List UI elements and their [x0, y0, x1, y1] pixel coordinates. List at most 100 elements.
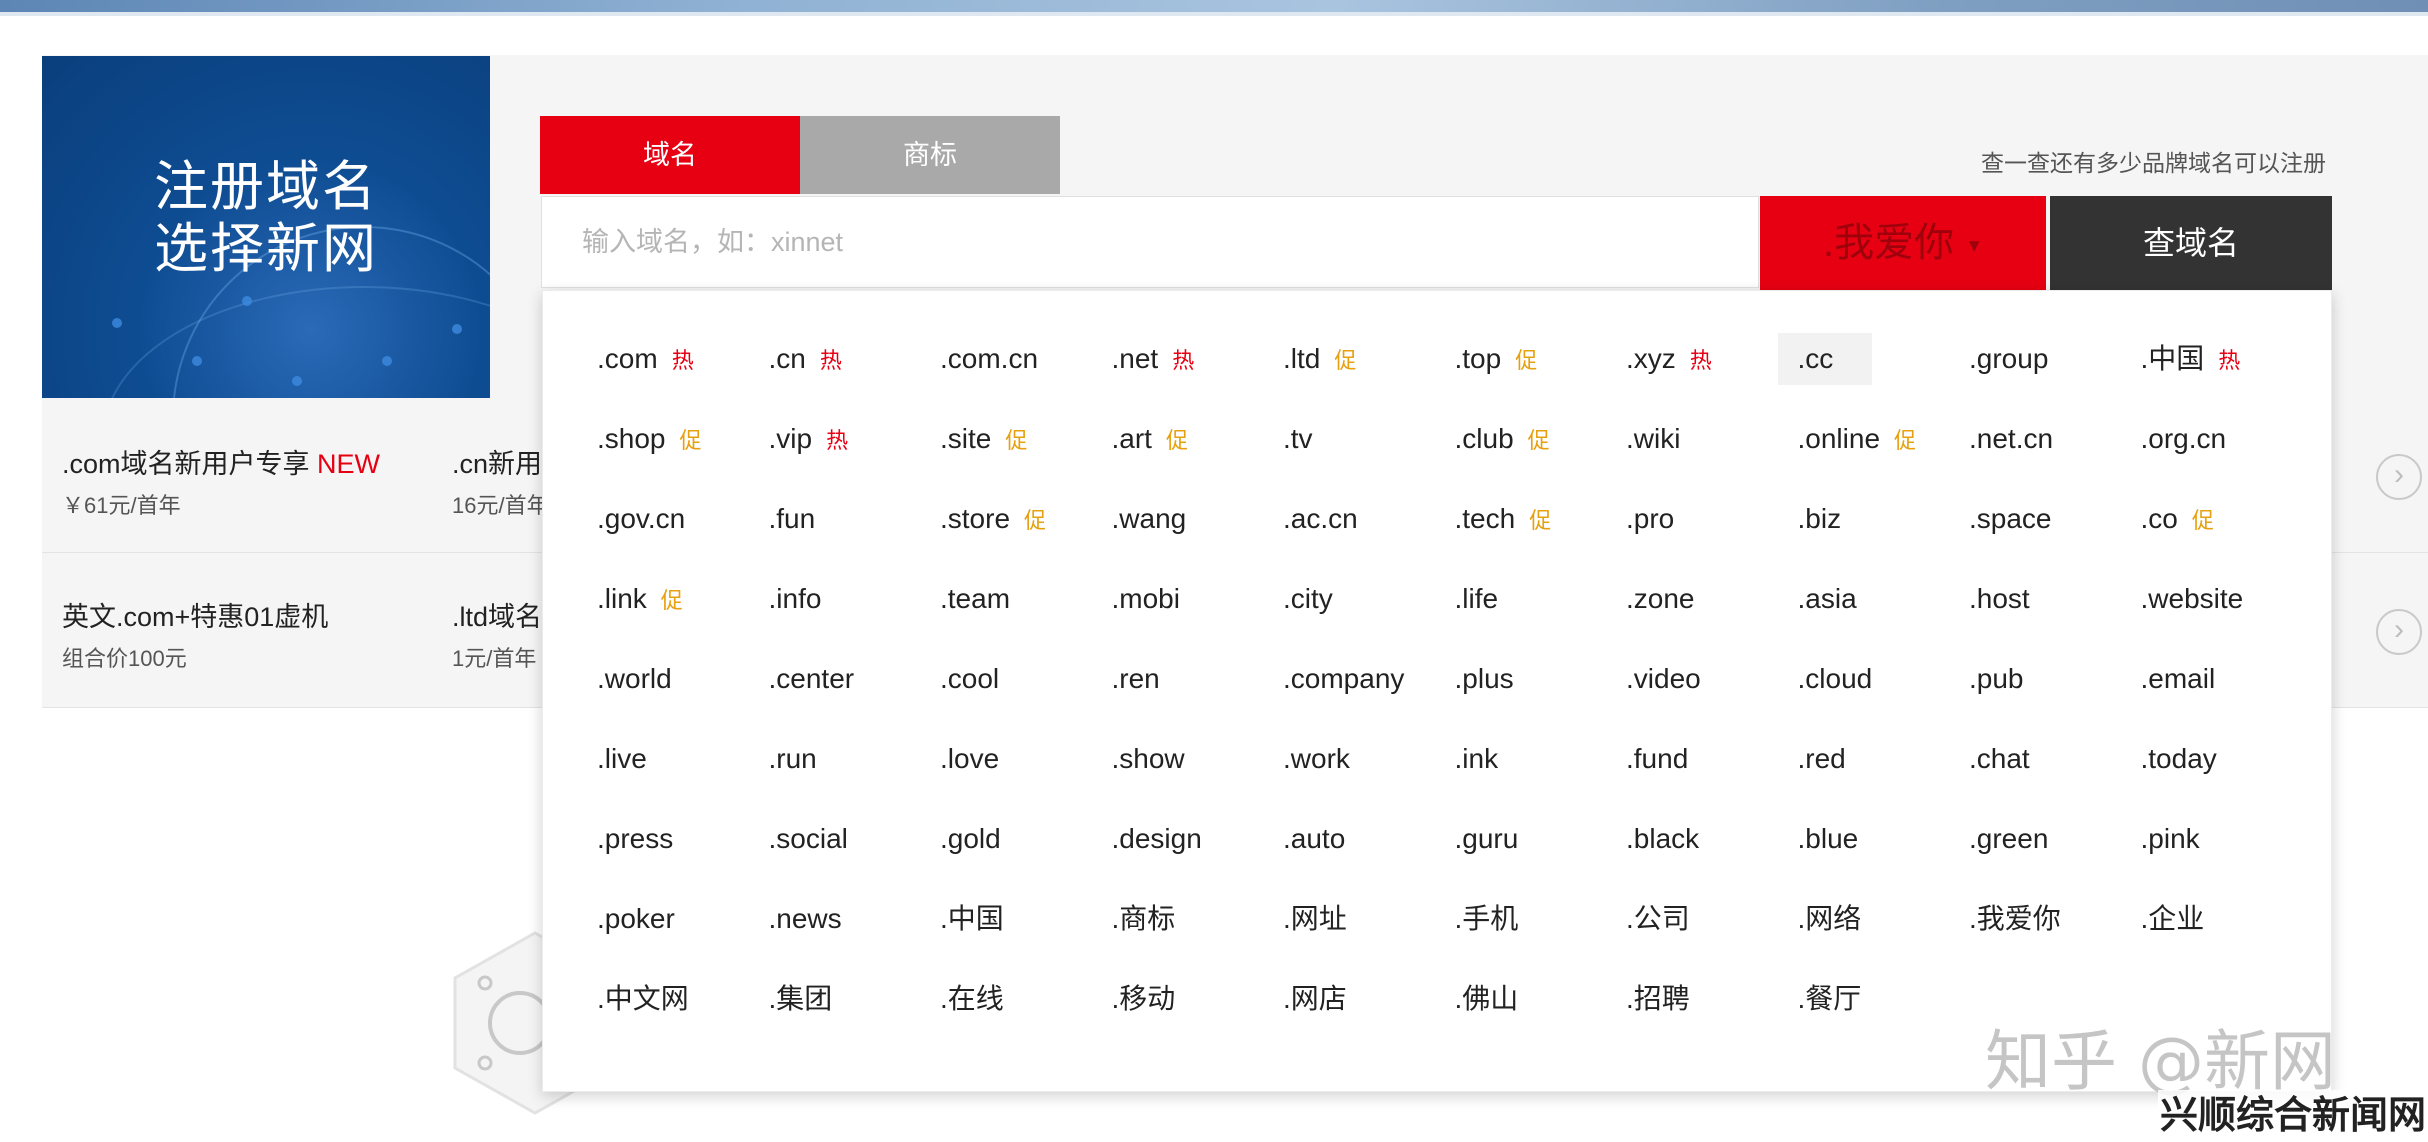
tld-option[interactable]: .cn 热 [769, 333, 941, 385]
tld-option[interactable]: .space [1969, 493, 2141, 545]
tld-option[interactable]: .xyz 热 [1626, 333, 1798, 385]
tld-option[interactable]: .plus [1455, 653, 1627, 705]
tld-option[interactable]: .site 促 [940, 413, 1112, 465]
tld-option[interactable]: .gold [940, 813, 1112, 865]
tld-option[interactable]: .info [769, 573, 941, 625]
tld-option[interactable]: .chat [1969, 733, 2141, 785]
tld-option[interactable]: .中国热 [2141, 333, 2313, 385]
tld-option[interactable]: .cool [940, 653, 1112, 705]
tld-option[interactable]: .group [1969, 333, 2141, 385]
tld-option[interactable]: .招聘 [1626, 973, 1798, 1025]
tld-option[interactable]: .social [769, 813, 941, 865]
tld-option[interactable]: .company [1283, 653, 1455, 705]
tld-option[interactable]: .press [597, 813, 769, 865]
tld-option[interactable]: .art 促 [1112, 413, 1284, 465]
tld-option[interactable]: .zone [1626, 573, 1798, 625]
tld-option[interactable]: .中国 [940, 893, 1112, 945]
tld-option[interactable]: .store 促 [940, 493, 1112, 545]
tld-option[interactable]: .auto [1283, 813, 1455, 865]
tld-option[interactable]: .cloud [1798, 653, 1970, 705]
tld-option[interactable]: .pink [2141, 813, 2313, 865]
tld-option[interactable]: .blue [1798, 813, 1970, 865]
tld-option[interactable]: .wiki [1626, 413, 1798, 465]
domain-search-input[interactable]: 输入域名，如：xinnet [541, 196, 1759, 288]
next-arrow-button[interactable]: › [2376, 454, 2422, 500]
tld-option[interactable]: .公司 [1626, 893, 1798, 945]
tld-option[interactable]: .team [940, 573, 1112, 625]
tld-option[interactable]: .com 热 [597, 333, 769, 385]
tld-option[interactable]: .black [1626, 813, 1798, 865]
brand-domain-hint[interactable]: 查一查还有多少品牌域名可以注册 [1981, 144, 2326, 178]
tld-option[interactable]: .world [597, 653, 769, 705]
tld-option[interactable]: .ren [1112, 653, 1284, 705]
suffix-select[interactable]: .我爱你 ▼ [1760, 196, 2046, 290]
tld-option[interactable]: .host [1969, 573, 2141, 625]
tld-option[interactable]: .email [2141, 653, 2313, 705]
tld-option[interactable]: .run [769, 733, 941, 785]
search-domain-button[interactable]: 查域名 [2050, 196, 2332, 290]
tld-option[interactable]: .tv [1283, 413, 1455, 465]
tld-option[interactable]: .gov.cn [597, 493, 769, 545]
tld-option[interactable]: .co 促 [2141, 493, 2313, 545]
tld-option[interactable]: .org.cn [2141, 413, 2313, 465]
tld-option[interactable]: .red [1798, 733, 1970, 785]
tld-option[interactable]: .我爱你 [1969, 893, 2141, 945]
register-domain-banner[interactable]: 注册域名 选择新网 [42, 56, 490, 398]
tld-option[interactable]: .guru [1455, 813, 1627, 865]
tab-domain[interactable]: 域名 [540, 116, 800, 194]
next-arrow-button[interactable]: › [2376, 609, 2422, 655]
tld-option[interactable]: .tech 促 [1455, 493, 1627, 545]
tld-option[interactable]: .wang [1112, 493, 1284, 545]
tld-option[interactable]: .fund [1626, 733, 1798, 785]
tld-option[interactable]: .ltd 促 [1283, 333, 1455, 385]
tld-option[interactable]: .cc [1777, 333, 1872, 385]
tld-option[interactable]: .网络 [1798, 893, 1970, 945]
tld-option[interactable]: .pro [1626, 493, 1798, 545]
tld-option[interactable]: .live [597, 733, 769, 785]
tld-option[interactable]: .net 热 [1112, 333, 1284, 385]
promo-item-title[interactable]: .cn新用 [452, 442, 542, 481]
tld-option[interactable]: .design [1112, 813, 1284, 865]
tld-option[interactable]: .ac.cn [1283, 493, 1455, 545]
tld-option[interactable]: .biz [1798, 493, 1970, 545]
tld-option[interactable]: .asia [1798, 573, 1970, 625]
promo-item-title[interactable]: 英文.com+特惠01虚机 [62, 595, 328, 634]
tld-option[interactable]: .shop 促 [597, 413, 769, 465]
tld-option[interactable]: .商标 [1112, 893, 1284, 945]
tld-option[interactable]: .poker [597, 893, 769, 945]
tld-option[interactable]: .website [2141, 573, 2313, 625]
tld-option[interactable]: .mobi [1112, 573, 1284, 625]
tld-option[interactable]: .集团 [769, 973, 941, 1025]
tld-option[interactable]: .center [769, 653, 941, 705]
tld-option[interactable]: .佛山 [1455, 973, 1627, 1025]
tld-option[interactable]: .vip 热 [769, 413, 941, 465]
tld-option[interactable]: .love [940, 733, 1112, 785]
tld-option[interactable]: .video [1626, 653, 1798, 705]
tld-option[interactable]: .city [1283, 573, 1455, 625]
tld-option[interactable]: .中文网 [597, 973, 769, 1025]
tld-option[interactable]: .top 促 [1455, 333, 1627, 385]
tld-option[interactable]: .pub [1969, 653, 2141, 705]
tab-trademark[interactable]: 商标 [800, 116, 1060, 194]
tld-option[interactable]: .today [2141, 733, 2313, 785]
tld-option[interactable]: .work [1283, 733, 1455, 785]
tld-option[interactable]: .在线 [940, 973, 1112, 1025]
tld-option[interactable]: .网址 [1283, 893, 1455, 945]
tld-option[interactable]: .life [1455, 573, 1627, 625]
tld-option[interactable]: .ink [1455, 733, 1627, 785]
tld-option[interactable]: .网店 [1283, 973, 1455, 1025]
tld-option[interactable]: .企业 [2141, 893, 2313, 945]
tld-option[interactable]: .green [1969, 813, 2141, 865]
promo-item-title[interactable]: .com域名新用户专享 NEW [62, 442, 380, 481]
tld-option[interactable]: .news [769, 893, 941, 945]
tld-option[interactable]: .fun [769, 493, 941, 545]
tld-option[interactable]: .club 促 [1455, 413, 1627, 465]
tld-option[interactable]: .net.cn [1969, 413, 2141, 465]
promo-item-title[interactable]: .ltd域名 [452, 595, 542, 634]
tld-option[interactable]: .show [1112, 733, 1284, 785]
tld-option[interactable]: .移动 [1112, 973, 1284, 1025]
tld-option[interactable]: .手机 [1455, 893, 1627, 945]
tld-option[interactable]: .online 促 [1798, 413, 1970, 465]
tld-option[interactable]: .餐厅 [1798, 973, 1970, 1025]
tld-option[interactable]: .com.cn [940, 333, 1112, 385]
